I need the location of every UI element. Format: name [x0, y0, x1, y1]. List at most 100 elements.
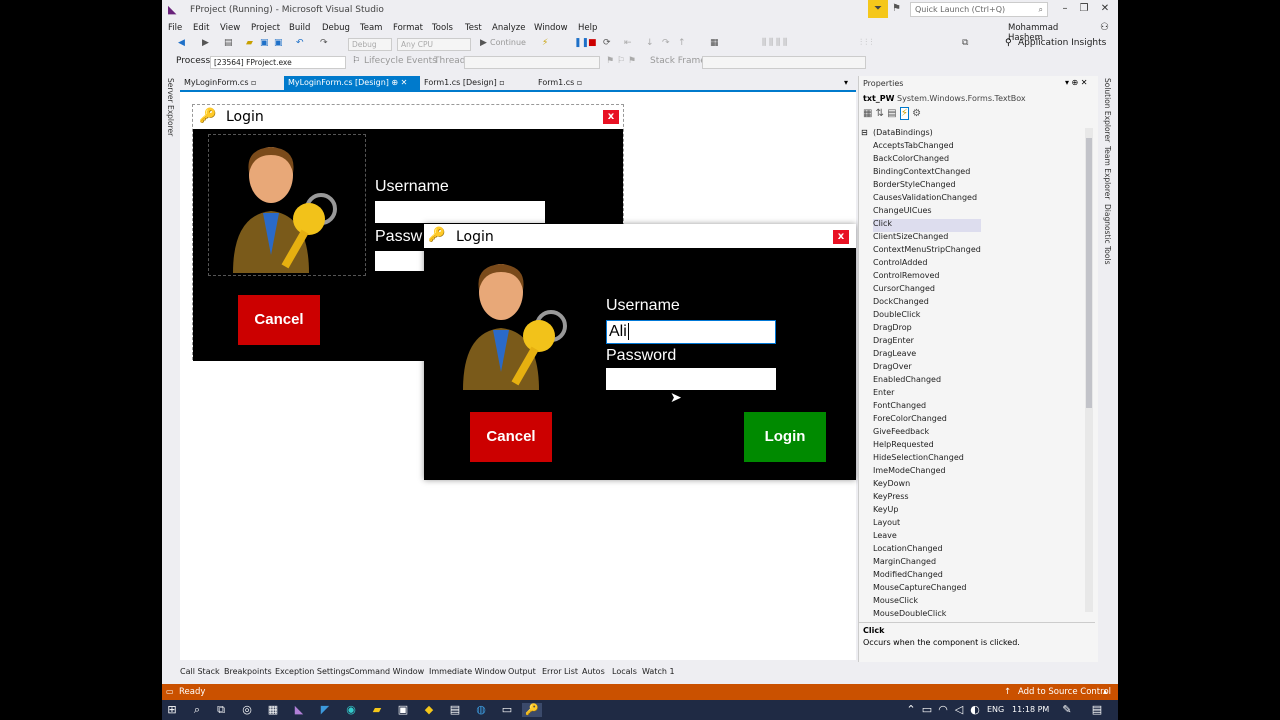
- taskbar-app-icon[interactable]: ◍: [474, 703, 488, 717]
- event-row[interactable]: Leave: [873, 531, 981, 544]
- event-row[interactable]: CausesValidationChanged: [873, 193, 981, 206]
- step-into-icon[interactable]: ↓: [646, 38, 654, 48]
- account-icon[interactable]: ⚇: [1100, 22, 1109, 33]
- event-row[interactable]: LocationChanged: [873, 544, 981, 557]
- taskbar-app-icon[interactable]: ◆: [422, 703, 436, 717]
- show-next-statement-icon[interactable]: ⇤: [624, 38, 632, 48]
- clock[interactable]: 11:18 PM: [1012, 705, 1049, 714]
- event-row[interactable]: ContextMenuStripChanged: [873, 245, 981, 258]
- menu-tools[interactable]: Tools: [432, 23, 453, 33]
- team-explorer-tab[interactable]: Team Explorer: [1103, 146, 1112, 199]
- taskbar-app-icon[interactable]: ◣: [292, 703, 306, 717]
- forward-icon[interactable]: ▶: [202, 38, 209, 48]
- application-insights-button[interactable]: Application Insights: [1018, 38, 1106, 48]
- event-row[interactable]: ControlRemoved: [873, 271, 981, 284]
- design-username-textbox[interactable]: [375, 201, 545, 223]
- search-icon[interactable]: ⌕: [190, 703, 204, 717]
- event-row[interactable]: KeyPress: [873, 492, 981, 505]
- language-indicator[interactable]: ENG: [987, 705, 1004, 714]
- new-project-icon[interactable]: ▤: [224, 38, 233, 48]
- menu-build[interactable]: Build: [289, 23, 310, 33]
- event-row[interactable]: ModifiedChanged: [873, 570, 981, 583]
- step-over-icon[interactable]: ↷: [662, 38, 670, 48]
- cancel-button[interactable]: Cancel: [470, 412, 552, 462]
- continue-button[interactable]: Continue: [490, 38, 526, 47]
- event-row[interactable]: DragOver: [873, 362, 981, 375]
- taskbar-app-icon[interactable]: ▭: [500, 703, 514, 717]
- stack-frame-select[interactable]: [702, 56, 866, 69]
- solution-explorer-tab[interactable]: Solution Explorer: [1103, 78, 1112, 142]
- taskbar-app-icon[interactable]: 🔑: [522, 703, 542, 717]
- menu-file[interactable]: File: [168, 23, 182, 33]
- align-icons[interactable]: ⫼ ⫼ ⫼ ⫼: [762, 38, 787, 48]
- configuration-select[interactable]: Debug: [348, 38, 392, 51]
- username-input[interactable]: Ali: [606, 320, 776, 344]
- design-password-textbox[interactable]: [375, 251, 431, 271]
- event-row[interactable]: DoubleClick: [873, 310, 981, 323]
- menu-debug[interactable]: Debug: [322, 23, 350, 33]
- back-icon[interactable]: ◀: [178, 38, 185, 48]
- format-icon[interactable]: ▦: [710, 38, 719, 48]
- menu-window[interactable]: Window: [534, 23, 568, 33]
- pause-icon[interactable]: ❚❚: [574, 38, 589, 48]
- stop-icon[interactable]: ■: [588, 38, 597, 48]
- open-file-icon[interactable]: ▰: [246, 38, 253, 48]
- platform-select[interactable]: Any CPU: [397, 38, 471, 51]
- taskbar-app-icon[interactable]: ▦: [266, 703, 280, 717]
- menu-analyze[interactable]: Analyze: [492, 23, 526, 33]
- menu-test[interactable]: Test: [465, 23, 482, 33]
- event-row[interactable]: ImeModeChanged: [873, 466, 981, 479]
- tab-locals[interactable]: Locals: [612, 667, 637, 676]
- add-to-source-control-button[interactable]: Add to Source Control: [1018, 687, 1111, 697]
- feedback-icon[interactable]: ⏷: [868, 0, 888, 18]
- tab-form1-design[interactable]: Form1.cs [Design] ▫: [420, 76, 530, 90]
- tab-watch-1[interactable]: Watch 1: [642, 667, 675, 676]
- tab-breakpoints[interactable]: Breakpoints: [224, 667, 272, 676]
- event-row[interactable]: CursorChanged: [873, 284, 981, 297]
- restart-icon[interactable]: ⟳: [603, 38, 611, 48]
- redo-icon[interactable]: ↷: [320, 38, 328, 48]
- layout-icon[interactable]: ⧉: [962, 38, 968, 48]
- event-row[interactable]: EnabledChanged: [873, 375, 981, 388]
- step-out-icon[interactable]: ↑: [678, 38, 686, 48]
- menu-help[interactable]: Help: [578, 23, 597, 33]
- event-row[interactable]: KeyUp: [873, 505, 981, 518]
- event-row[interactable]: MouseDoubleClick: [873, 609, 981, 616]
- password-input[interactable]: [606, 368, 776, 390]
- tray-icons[interactable]: ▭: [920, 703, 934, 717]
- event-row[interactable]: ControlAdded: [873, 258, 981, 271]
- tab-autos[interactable]: Autos: [582, 667, 605, 676]
- event-row[interactable]: HelpRequested: [873, 440, 981, 453]
- taskbar-app-icon[interactable]: ◎: [240, 703, 254, 717]
- menu-project[interactable]: Project: [251, 23, 280, 33]
- event-row[interactable]: BackColorChanged: [873, 154, 981, 167]
- event-row[interactable]: BindingContextChanged: [873, 167, 981, 180]
- tab-immediate-window[interactable]: Immediate Window: [429, 667, 506, 676]
- tab-command-window[interactable]: Command Window: [349, 667, 424, 676]
- taskbar-pen-icon[interactable]: ✎: [1060, 703, 1074, 717]
- task-view-icon[interactable]: ⧉: [214, 703, 228, 717]
- design-cancel-button[interactable]: Cancel: [238, 295, 320, 345]
- running-login-window[interactable]: 🔑 Login x Username Ali Password Cancel L…: [424, 224, 856, 480]
- minimize-button[interactable]: –: [1056, 3, 1074, 14]
- event-row[interactable]: BorderStyleChanged: [873, 180, 981, 193]
- continue-icon[interactable]: ▶: [480, 38, 487, 48]
- properties-scrollbar[interactable]: [1085, 128, 1093, 612]
- lifecycle-icon[interactable]: ⚐: [352, 56, 360, 66]
- event-row[interactable]: Enter: [873, 388, 981, 401]
- event-row[interactable]: MarginChanged: [873, 557, 981, 570]
- flag-icons[interactable]: ⚑ ⚐ ⚑: [606, 56, 636, 66]
- taskbar-app-icon[interactable]: ▰: [370, 703, 384, 717]
- tab-dropdown-icon[interactable]: ▾: [844, 78, 848, 87]
- taskbar-app-icon[interactable]: ▣: [396, 703, 410, 717]
- quick-launch-input[interactable]: Quick Launch (Ctrl+Q) ⌕: [910, 2, 1048, 17]
- event-row[interactable]: DragLeave: [873, 349, 981, 362]
- event-row[interactable]: ChangeUICues: [873, 206, 981, 219]
- spacing-icons[interactable]: ⫶ ⫶ ⫶: [860, 38, 872, 48]
- tab-error-list[interactable]: Error List: [542, 667, 578, 676]
- event-row[interactable]: AcceptsTabChanged: [873, 141, 981, 154]
- event-row[interactable]: MouseClick: [873, 596, 981, 609]
- tab-form1-cs[interactable]: Form1.cs ▫: [534, 76, 614, 90]
- event-row[interactable]: MouseCaptureChanged: [873, 583, 981, 596]
- undo-icon[interactable]: ↶: [296, 38, 304, 48]
